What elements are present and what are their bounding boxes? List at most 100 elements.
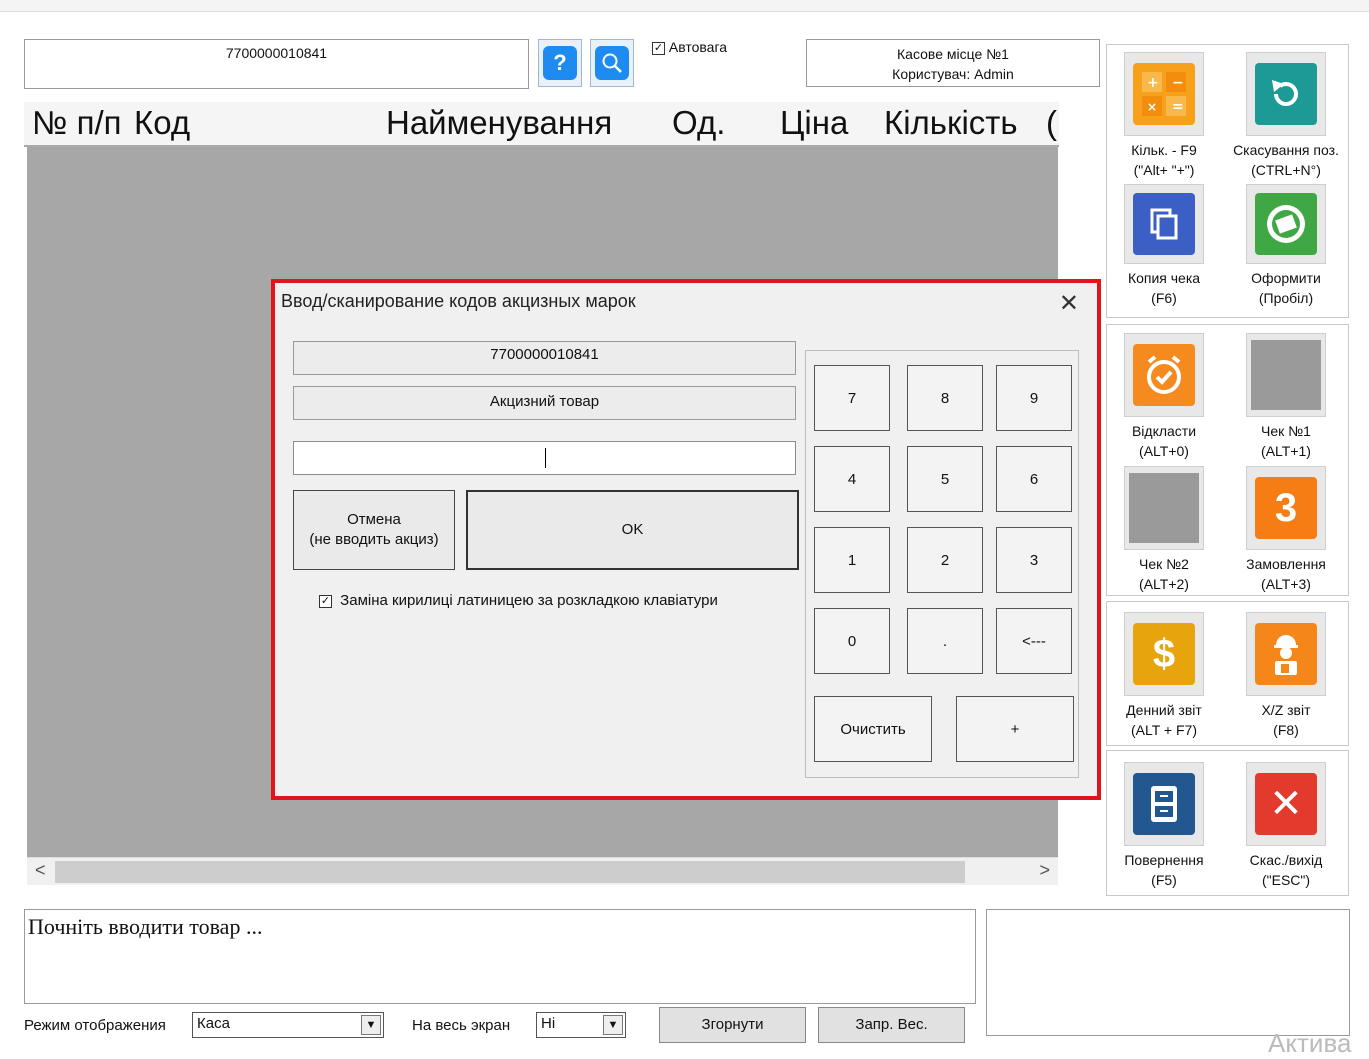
tile-label: Денний звіт [1126,702,1202,718]
key-6[interactable]: 6 [996,446,1072,512]
svg-text:×: × [1147,100,1157,114]
tile-shortcut: (ALT + F7) [1130,722,1197,738]
cancel-excise-button[interactable]: Отмена (не вводить акциз) [293,490,455,570]
cancel-exit-button[interactable]: ✕ Скас./вихід ("ESC") [1226,762,1346,890]
fullscreen-select[interactable]: Ні ▼ [536,1012,626,1038]
key-3[interactable]: 3 [996,527,1072,593]
collapse-button[interactable]: Згорнути [659,1007,806,1043]
grid-horizontal-scrollbar[interactable]: < > [27,857,1058,885]
receipt-1-button[interactable]: Чек №1 (ALT+1) [1226,333,1346,461]
quantity-tile-frame: + − × = [1124,52,1204,136]
chevron-down-icon[interactable]: ▼ [603,1015,623,1035]
daily-report-button[interactable]: $ Денний звіт (ALT + F7) [1104,612,1224,740]
tile-label: Скас./вихід [1249,852,1323,868]
excise-code-input[interactable] [293,441,796,475]
number-three-icon: 3 [1255,477,1317,539]
display-mode-select[interactable]: Каса ▼ [192,1012,384,1038]
plus-button[interactable]: + [956,696,1074,762]
key-8[interactable]: 8 [907,365,983,431]
undo-icon [1255,63,1317,125]
status-message-box: Почніть вводити товар ... [24,909,976,1004]
order-tile-frame: 3 [1246,466,1326,550]
key-dot[interactable]: . [907,608,983,674]
column-header-sum[interactable]: ( [1046,104,1057,142]
help-icon: ? [543,46,577,80]
weight-request-button[interactable]: Запр. Вес. [818,1007,965,1043]
key-7[interactable]: 7 [814,365,890,431]
replace-cyrillic-label: Заміна кирилиці латиницею за розкладкою … [340,592,718,609]
receipt-1-tile-frame [1246,333,1326,417]
fullscreen-value: Ні [541,1015,556,1032]
column-header-unit[interactable]: Од. [672,104,725,142]
cashier-place: Касове місце №1 [897,46,1009,62]
scroll-thumb[interactable] [55,861,965,883]
chevron-down-icon[interactable]: ▼ [361,1015,381,1035]
scroll-right-icon[interactable]: > [1039,860,1050,881]
search-button[interactable] [590,39,634,87]
order-button[interactable]: 3 Замовлення (ALT+3) [1226,466,1346,594]
key-9[interactable]: 9 [996,365,1072,431]
activation-watermark: Актива [1268,1028,1352,1058]
key-5[interactable]: 5 [907,446,983,512]
empty-slot-icon [1129,473,1199,543]
svg-text:−: − [1172,75,1184,91]
worker-icon [1255,623,1317,685]
autoweight-label: Автовага [668,39,728,55]
column-header-price[interactable]: Ціна [780,104,848,142]
key-1[interactable]: 1 [814,527,890,593]
tile-shortcut: (F8) [1273,722,1299,738]
empty-slot-icon [1251,340,1321,410]
tile-shortcut: (ALT+1) [1261,443,1311,459]
return-button[interactable]: Повернення (F5) [1104,762,1224,890]
key-backspace[interactable]: <--- [996,608,1072,674]
calculator-icon: + − × = [1133,63,1195,125]
receipt-copy-button[interactable]: Копия чека (F6) [1104,184,1224,308]
cancel-position-button[interactable]: Скасування поз. (CTRL+N°) [1226,52,1346,180]
cabinet-icon [1133,773,1195,835]
autoweight-checkbox[interactable]: ✓ [652,41,665,55]
quantity-button[interactable]: + − × = Кільк. - F9 ("Alt+ "+") [1104,52,1224,180]
tile-shortcut: ("Alt+ "+") [1133,162,1195,178]
tile-shortcut: ("ESC") [1261,872,1311,888]
replace-cyrillic-row[interactable]: ✓ Заміна кирилиці латиницею за розкладко… [319,592,718,609]
key-4[interactable]: 4 [814,446,890,512]
receipt-2-button[interactable]: Чек №2 (ALT+2) [1104,466,1224,594]
tile-shortcut: (Пробіл) [1258,290,1314,306]
tile-shortcut: (ALT+2) [1139,576,1189,592]
postpone-button[interactable]: Відкласти (ALT+0) [1104,333,1224,461]
tile-shortcut: (CTRL+N°) [1251,162,1321,178]
xz-report-button[interactable]: X/Z звіт (F8) [1226,612,1346,740]
help-button[interactable]: ? [538,39,582,87]
ok-button[interactable]: OK [466,490,799,570]
tile-shortcut: (ALT+3) [1261,576,1311,592]
cancel-position-tile-frame [1246,52,1326,136]
replace-cyrillic-checkbox[interactable]: ✓ [319,594,332,608]
close-x-icon: ✕ [1255,773,1317,835]
receipt-2-tile-frame [1124,466,1204,550]
column-header-name[interactable]: Найменування [386,104,612,142]
checkout-tile-frame [1246,184,1326,264]
tile-label: X/Z звіт [1261,702,1311,718]
key-2[interactable]: 2 [907,527,983,593]
autoweight-checkbox-row[interactable]: ✓ Автовага [652,39,727,55]
cancel-line1: Отмена [347,511,401,528]
dollar-icon: $ [1133,623,1195,685]
scroll-left-icon[interactable]: < [35,860,46,881]
tile-label: Кільк. - F9 [1131,142,1197,158]
tile-label: Скасування поз. [1233,142,1339,158]
money-stack-icon [1255,193,1317,255]
tile-shortcut: (F5) [1151,872,1177,888]
barcode-search-field[interactable]: 7700000010841 [24,39,529,89]
column-header-number[interactable]: № п/п [32,104,121,142]
search-icon [595,46,629,80]
clear-button[interactable]: Очистить [814,696,932,762]
close-icon[interactable]: ✕ [1059,289,1079,318]
column-header-code[interactable]: Код [134,104,190,142]
tile-label: Копия чека [1127,270,1201,286]
excise-stamp-dialog: Ввод/сканирование кодов акцизных марок ✕… [271,279,1101,800]
key-0[interactable]: 0 [814,608,890,674]
checkout-button[interactable]: Оформити (Пробіл) [1226,184,1346,308]
column-header-quantity[interactable]: Кількість [884,104,1018,142]
xz-report-tile-frame [1246,612,1326,696]
alarm-clock-icon [1133,344,1195,406]
